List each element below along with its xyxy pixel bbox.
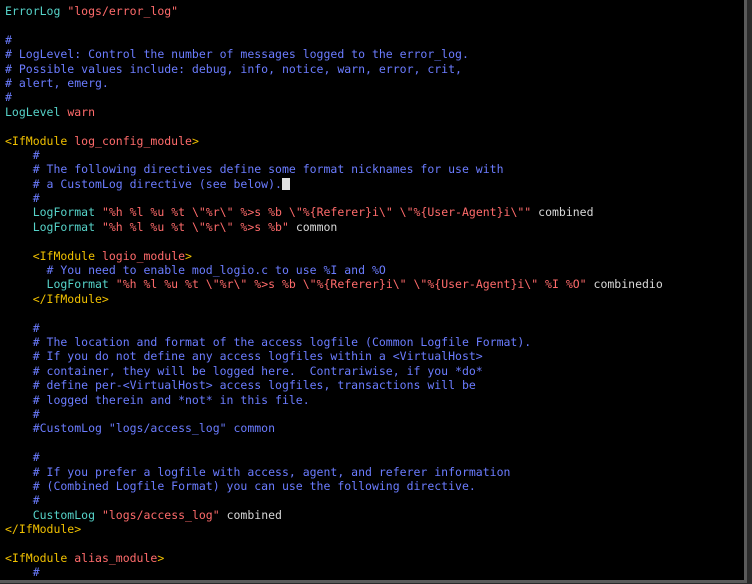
config-token-plain: combined (219, 507, 282, 522)
terminal-window[interactable]: ErrorLog "logs/error_log" # # LogLevel: Co… (0, 0, 747, 583)
config-token-comment: # Possible values include: debug, info, … (5, 61, 462, 76)
config-token-plain (109, 277, 116, 291)
config-token-plain (95, 205, 102, 219)
config-token-tag: > (157, 550, 165, 565)
config-token-arg: logio_module (101, 248, 186, 263)
config-line (5, 119, 744, 133)
config-token-comment: # (5, 450, 40, 465)
text-cursor (281, 177, 290, 190)
config-line: # (5, 321, 744, 335)
config-line: # (5, 33, 744, 47)
config-line: # (5, 565, 744, 579)
config-line: <IfModule alias_module> (5, 551, 744, 565)
config-line: # If you prefer a logfile with access, a… (5, 465, 744, 479)
config-line: # Possible values include: debug, info, … (5, 62, 744, 76)
config-line: <IfModule logio_module> (5, 249, 744, 263)
config-token-arg: log_config_module (74, 133, 192, 148)
config-line (5, 436, 744, 450)
config-token-comment: # (5, 90, 12, 105)
config-token-tag: <IfModule (5, 248, 96, 263)
config-token-plain: combined (531, 205, 594, 220)
config-token-comment: # logged therein and *not* in this file. (5, 392, 310, 407)
config-line (5, 234, 744, 248)
config-token-comment: #CustomLog "logs/access_log" common (5, 421, 276, 436)
config-token-tag: </IfModule> (5, 291, 109, 306)
config-token-directive: LogFormat (5, 205, 96, 220)
config-line: # (5, 148, 744, 162)
config-token-directive: CustomLog (5, 507, 96, 522)
config-token-plain (95, 220, 102, 234)
config-line: # (5, 450, 744, 464)
config-line: # logged therein and *not* in this file. (5, 393, 744, 407)
config-line: </IfModule> (5, 292, 744, 306)
config-token-comment: # (5, 147, 40, 162)
config-line: # If you do not define any access logfil… (5, 349, 744, 363)
config-line: # a CustomLog directive (see below). (5, 177, 744, 191)
config-line: # LogLevel: Control the number of messag… (5, 47, 744, 61)
config-token-comment: # If you do not define any access logfil… (5, 349, 483, 364)
config-line: # define per-<VirtualHost> access logfil… (5, 378, 744, 392)
config-line: LogFormat "%h %l %u %t \"%r\" %>s %b" co… (5, 220, 744, 234)
config-token-string: "%h %l %u %t \"%r\" %>s %b \"%{Referer}i… (115, 277, 587, 292)
config-token-comment: # (5, 493, 40, 508)
config-line: # The following directives define some f… (5, 162, 744, 176)
config-line: CustomLog "logs/access_log" combined (5, 508, 744, 522)
config-line: <IfModule log_config_module> (5, 134, 744, 148)
config-token-comment: # If you prefer a logfile with access, a… (5, 464, 511, 479)
config-token-comment: # (Combined Logfile Format) you can use … (5, 478, 476, 493)
editor-text-area[interactable]: ErrorLog "logs/error_log" # # LogLevel: Co… (5, 4, 744, 580)
config-line: # (5, 90, 744, 104)
config-token-comment: # (5, 320, 40, 335)
config-line: # (5, 191, 744, 205)
config-token-plain: common (288, 219, 338, 234)
config-token-tag: </IfModule> (5, 522, 82, 537)
config-token-tag: <IfModule (5, 133, 68, 148)
config-token-tag: > (191, 133, 199, 148)
config-token-comment: # You need to enable mod_logio.c to use … (5, 263, 386, 278)
config-token-directive: ErrorLog (5, 4, 61, 18)
config-line: # (5, 407, 744, 421)
config-token-comment: # The following directives define some f… (5, 162, 504, 177)
config-line: # alert, emerg. (5, 76, 744, 90)
config-token-string: "logs/error_log" (67, 4, 179, 18)
config-token-directive: LogFormat (5, 219, 96, 234)
config-line: LogFormat "%h %l %u %t \"%r\" %>s %b \"%… (5, 277, 744, 291)
config-token-string: "%h %l %u %t \"%r\" %>s %b" (101, 219, 289, 234)
config-token-comment: # container, they will be logged here. C… (5, 363, 483, 378)
config-line: # The location and format of the access … (5, 335, 744, 349)
config-token-arg: alias_module (74, 550, 158, 565)
config-token-plain: combinedio (586, 277, 663, 292)
config-token-directive: LogFormat (5, 277, 109, 292)
config-line: # (5, 493, 744, 507)
config-token-tag: > (185, 248, 192, 263)
config-token-comment: # (5, 406, 40, 421)
config-token-comment: # define per-<VirtualHost> access logfil… (5, 378, 476, 393)
config-line: ErrorLog "logs/error_log" (5, 4, 744, 18)
config-token-tag: <IfModule (5, 550, 68, 565)
config-line (5, 18, 744, 32)
config-line: #CustomLog "logs/access_log" common (5, 421, 744, 435)
config-line: # container, they will be logged here. C… (5, 364, 744, 378)
config-token-plain (95, 508, 102, 522)
config-token-plain (95, 249, 102, 263)
config-line (5, 536, 744, 550)
config-token-string: "%h %l %u %t \"%r\" %>s %b \"%{Referer}i… (101, 205, 532, 220)
config-token-comment: # a CustomLog directive (see below). (5, 176, 282, 191)
config-line: LogFormat "%h %l %u %t \"%r\" %>s %b \"%… (5, 205, 744, 219)
config-token-comment: # (5, 32, 12, 47)
config-token-arg: warn (67, 104, 96, 119)
config-line: LogLevel warn (5, 105, 744, 119)
config-line: </IfModule> (5, 522, 744, 536)
config-token-comment: # LogLevel: Control the number of messag… (5, 47, 469, 62)
config-token-comment: # alert, emerg. (5, 75, 109, 90)
config-line (5, 306, 744, 320)
config-token-comment: # The location and format of the access … (5, 334, 532, 349)
config-token-directive: LogLevel (5, 104, 61, 119)
config-line: # You need to enable mod_logio.c to use … (5, 263, 744, 277)
config-token-comment: # (5, 565, 40, 580)
config-token-string: "logs/access_log" (101, 507, 220, 522)
config-line: # (Combined Logfile Format) you can use … (5, 479, 744, 493)
config-token-comment: # (5, 191, 40, 206)
